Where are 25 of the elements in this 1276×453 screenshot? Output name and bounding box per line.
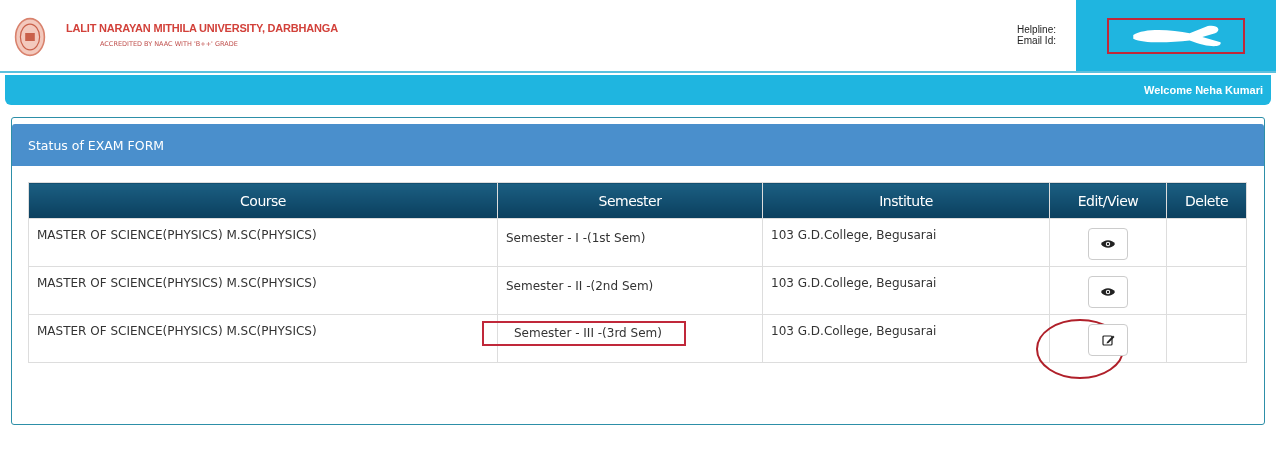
view-button[interactable] (1088, 276, 1128, 308)
table-cell: Semester - III -(3rd Sem) (482, 321, 686, 346)
panel-title: Status of EXAM FORM (28, 137, 165, 153)
edit-icon (1101, 334, 1115, 346)
table-cell: MASTER OF SCIENCE(PHYSICS) M.SC(PHYSICS) (28, 266, 498, 315)
eye-icon (1101, 239, 1115, 249)
column-header: Course (28, 182, 498, 219)
university-name: LALIT NARAYAN MITHILA UNIVERSITY, DARBHANGA (66, 22, 338, 34)
contact-label: Helpline: (1017, 24, 1056, 35)
table-cell: 103 G.D.College, Begusarai (762, 218, 1050, 267)
column-header: Edit/View (1049, 182, 1167, 219)
welcome-text: Welcome Neha Kumari (1144, 84, 1263, 96)
eye-icon (1101, 287, 1115, 297)
table-cell-text: Semester - I -(1st Sem) (506, 230, 646, 247)
table-cell-text: Semester - II -(2nd Sem) (506, 278, 654, 295)
table-cell: 103 G.D.College, Begusarai (762, 314, 1050, 363)
table-cell: 103 G.D.College, Begusarai (762, 266, 1050, 315)
view-button[interactable] (1088, 228, 1128, 260)
table-cell: MASTER OF SCIENCE(PHYSICS) M.SC(PHYSICS) (28, 218, 498, 267)
contact-label: Email Id: (1017, 35, 1056, 46)
column-header: Delete (1166, 182, 1247, 219)
column-header: Institute (762, 182, 1050, 219)
edit-button[interactable] (1088, 324, 1128, 356)
column-header: Semester (497, 182, 763, 219)
table-cell: MASTER OF SCIENCE(PHYSICS) M.SC(PHYSICS) (28, 314, 498, 363)
